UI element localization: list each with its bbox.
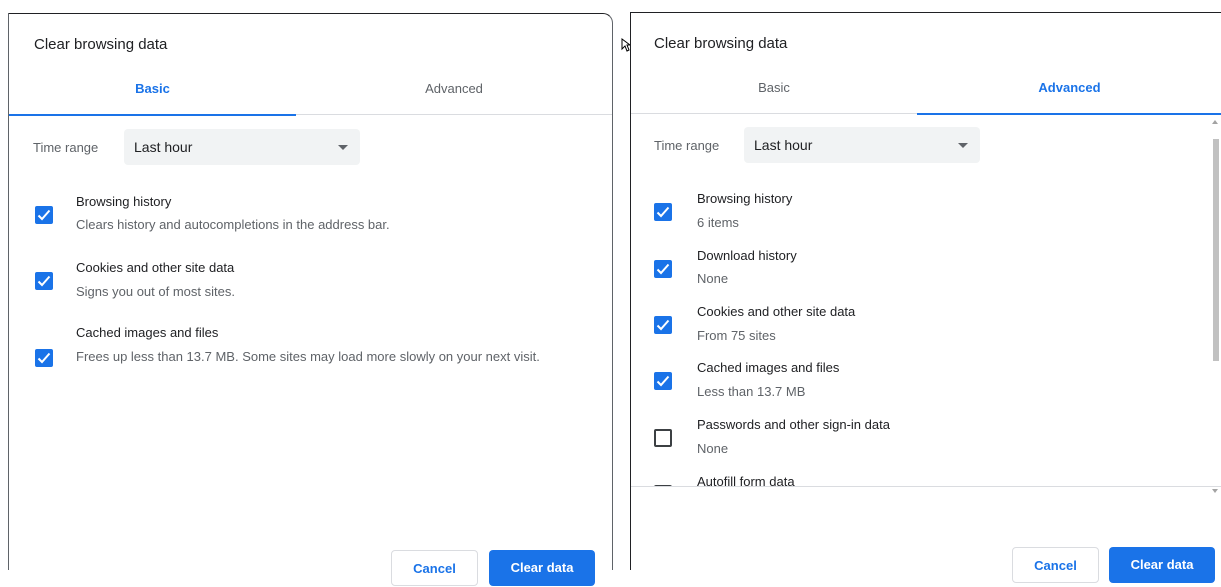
time-range-value: Last hour [134,139,193,155]
item-title: Passwords and other sign-in data [697,417,890,432]
item-description: None [697,271,729,286]
cache-checkbox[interactable] [654,372,672,390]
clear-data-button[interactable]: Clear data [489,550,595,586]
dropdown-arrow-icon [338,145,348,150]
checkmark-icon [37,352,51,364]
item-title: Cached images and files [76,325,219,340]
checkmark-icon [656,263,670,275]
tab-bar: Basic Advanced [9,74,612,116]
dialog-title: Clear browsing data [34,36,168,53]
item-description: None [697,441,729,456]
clear-browsing-data-dialog-advanced: Clear browsing data Basic Advanced Time … [630,12,1221,583]
item-description: Frees up less than 13.7 MB. Some sites m… [76,349,540,364]
item-title: Cookies and other site data [697,304,856,319]
browsing-history-checkbox[interactable] [35,206,53,224]
checkmark-icon [37,275,51,287]
cookies-checkbox[interactable] [654,316,672,334]
tab-basic[interactable]: Basic [9,74,296,116]
scrollbar-thumb[interactable] [1213,139,1219,361]
item-description: Less than 13.7 MB [697,384,806,399]
checkmark-icon [656,319,670,331]
item-description: Signs you out of most sites. [76,284,235,299]
item-title: Browsing history [76,194,172,209]
scroll-down-arrow-icon[interactable] [1212,489,1218,493]
browsing-history-checkbox[interactable] [654,203,672,221]
clear-browsing-data-dialog-basic: Clear browsing data Basic Advanced Time … [8,13,613,586]
time-range-select[interactable]: Last hour [124,129,360,165]
cancel-button[interactable]: Cancel [1012,547,1099,583]
clear-data-button[interactable]: Clear data [1109,547,1215,583]
download-history-checkbox[interactable] [654,260,672,278]
cookies-checkbox[interactable] [35,272,53,290]
item-title: Cookies and other site data [76,260,235,275]
time-range-value: Last hour [754,137,813,153]
autofill-item-clipped: Autofill form data [631,468,1211,486]
time-range-label: Time range [654,138,720,153]
item-title: Autofill form data [697,474,795,486]
scroll-divider [631,486,1221,487]
tab-advanced[interactable]: Advanced [917,73,1221,115]
item-description: From 75 sites [697,328,776,343]
cache-checkbox[interactable] [35,349,53,367]
passwords-checkbox[interactable] [654,429,672,447]
tab-bar: Basic Advanced [631,73,1221,115]
item-title: Browsing history [697,191,793,206]
dialog-title: Clear browsing data [654,35,788,52]
item-title: Download history [697,248,797,263]
dropdown-arrow-icon [958,143,968,148]
checkmark-icon [656,375,670,387]
cancel-button[interactable]: Cancel [391,550,478,586]
tab-advanced[interactable]: Advanced [296,74,612,114]
checkmark-icon [37,209,51,221]
tab-basic[interactable]: Basic [631,73,917,113]
item-description: Clears history and autocompletions in th… [76,217,390,232]
item-title: Cached images and files [697,360,840,375]
time-range-select[interactable]: Last hour [744,127,980,163]
time-range-label: Time range [33,140,99,155]
scroll-up-arrow-icon[interactable] [1212,120,1218,124]
item-description: 6 items [697,215,739,230]
checkmark-icon [656,206,670,218]
